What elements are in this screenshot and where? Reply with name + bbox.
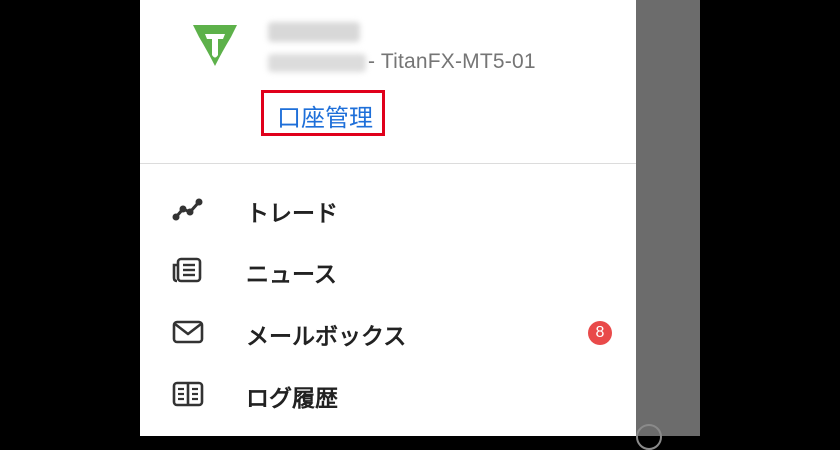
menu-item-log-history[interactable]: ログ履歴 [140, 365, 636, 423]
menu-item-label: ログ履歴 [246, 385, 338, 411]
menu-item-trade[interactable]: トレード [140, 180, 636, 238]
left-letterbox [0, 0, 140, 436]
log-book-icon [172, 381, 204, 407]
trade-chart-icon [172, 198, 203, 221]
mail-icon [172, 320, 204, 344]
menu-item-label: メールボックス [246, 323, 407, 349]
right-letterbox [700, 0, 840, 436]
dimmed-background[interactable] [636, 0, 700, 436]
account-manage-link[interactable]: 口座管理 [277, 98, 373, 133]
titanfx-logo-icon [193, 25, 237, 66]
account-name-redacted [268, 22, 360, 42]
menu-item-mailbox[interactable]: メールボックス 8 [140, 303, 636, 361]
menu-item-news[interactable]: ニュース [140, 241, 636, 299]
news-icon [172, 257, 202, 283]
unread-count-badge: 8 [588, 321, 612, 345]
navigation-drawer: - TitanFX-MT5-01 口座管理 トレード ニュース メールボックス … [140, 0, 636, 436]
menu-item-label: ニュース [246, 261, 337, 287]
menu-item-label: トレード [246, 200, 338, 226]
divider [140, 163, 636, 164]
background-circle-icon [636, 424, 662, 450]
server-name: - TitanFX-MT5-01 [368, 50, 536, 73]
account-number-redacted [268, 54, 366, 72]
